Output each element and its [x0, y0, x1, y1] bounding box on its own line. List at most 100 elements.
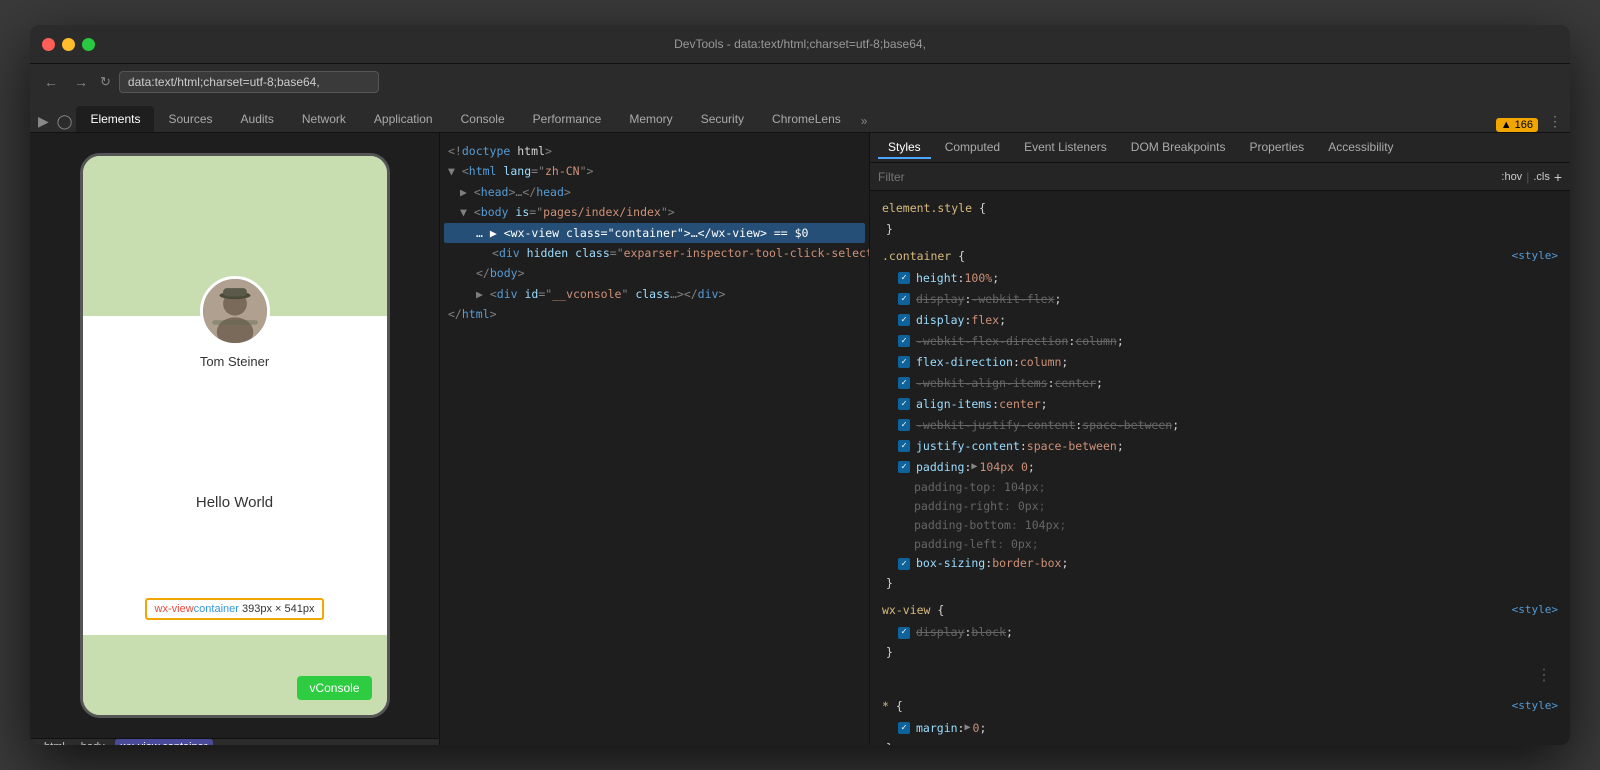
more-tabs-button[interactable]: »	[857, 110, 872, 132]
minimize-button[interactable]	[62, 38, 75, 51]
rule-selector[interactable]: element.style {	[882, 199, 1558, 218]
styles-content: element.style { } <style> .container { h…	[870, 191, 1570, 745]
html-line-head[interactable]: ▶ <head>…</head>	[444, 182, 865, 202]
tab-elements[interactable]: Elements	[76, 106, 154, 132]
sub-prop-padding-top: padding-top: 104px;	[882, 478, 1558, 497]
sub-prop-padding-left: padding-left: 0px;	[882, 535, 1558, 554]
prop-checkbox[interactable]	[898, 722, 910, 734]
phone-bottom-green: wx-viewcontainer 393px × 541px vConsole	[83, 635, 387, 715]
html-line-vconsole[interactable]: ▶ <div id="__vconsole" class…></div>	[444, 284, 865, 304]
prop-display-block: display: block;	[882, 622, 1558, 643]
vconsole-button[interactable]: vConsole	[297, 676, 371, 700]
inspect-icon[interactable]: ▶	[34, 111, 53, 132]
html-line-body[interactable]: ▼ <body is="pages/index/index">	[444, 202, 865, 222]
prop-box-sizing: box-sizing: border-box;	[882, 553, 1558, 574]
prop-checkbox[interactable]	[898, 293, 910, 305]
preview-content: Tom Steiner Hello World wx-viewcontainer…	[30, 133, 439, 738]
device-icon[interactable]: ◯	[53, 111, 77, 132]
tab-sources[interactable]: Sources	[154, 106, 226, 132]
devtools-body: Tom Steiner Hello World wx-viewcontainer…	[30, 133, 1570, 745]
rule-selector-star[interactable]: <style> * {	[882, 697, 1558, 716]
browser-bar: ← → ↻	[30, 63, 1570, 99]
sub-prop-padding-bottom: padding-bottom: 104px;	[882, 516, 1558, 535]
window-title: DevTools - data:text/html;charset=utf-8;…	[674, 37, 926, 51]
html-line-doctype[interactable]: <!doctype html>	[444, 141, 865, 161]
styles-panel: Styles Computed Event Listeners DOM Brea…	[870, 133, 1570, 745]
breadcrumb-container[interactable]: wx-view.container	[115, 739, 214, 745]
forward-button[interactable]: →	[70, 72, 92, 92]
prop-padding: padding: ▶ 104px 0;	[882, 457, 1558, 478]
prop-webkit-flex-direction: -webkit-flex-direction: column;	[882, 331, 1558, 352]
prop-checkbox[interactable]	[898, 335, 910, 347]
filter-bar: :hov | .cls +	[870, 163, 1570, 191]
preview-panel: Tom Steiner Hello World wx-viewcontainer…	[30, 133, 440, 745]
main-tabs-bar: ▶ ◯ Elements Sources Audits Network Appl…	[30, 99, 1570, 133]
prop-display-webkit-flex: display: -webkit-flex;	[882, 289, 1558, 310]
avatar	[200, 276, 270, 346]
prop-checkbox[interactable]	[898, 272, 910, 284]
tab-console[interactable]: Console	[447, 106, 519, 132]
phone-hello: Hello World	[83, 369, 387, 635]
phone-mockup: Tom Steiner Hello World wx-viewcontainer…	[80, 153, 390, 718]
prop-checkbox[interactable]	[898, 461, 910, 473]
prop-checkbox[interactable]	[898, 314, 910, 326]
tab-memory[interactable]: Memory	[615, 106, 686, 132]
rule-origin-star[interactable]: <style>	[1512, 697, 1558, 715]
settings-icon[interactable]: ⋮	[1544, 111, 1566, 132]
add-style-button[interactable]: +	[1554, 169, 1562, 185]
rule-selector-wxview[interactable]: <style> wx-view {	[882, 601, 1558, 620]
close-button[interactable]	[42, 38, 55, 51]
html-line-wxview[interactable]: … ▶ <wx-view class="container">…</wx-vie…	[444, 223, 865, 243]
prop-checkbox[interactable]	[898, 440, 910, 452]
subtab-properties[interactable]: Properties	[1239, 137, 1314, 159]
filter-input[interactable]	[878, 170, 1501, 184]
tab-application[interactable]: Application	[360, 106, 447, 132]
breadcrumb-bar: html body wx-view.container	[30, 738, 439, 745]
rule-container: <style> .container { height: 100%; displ…	[870, 243, 1570, 597]
html-panel: <!doctype html> ▼ <html lang="zh-CN"> ▶ …	[440, 133, 870, 745]
html-line-close-body[interactable]: </body>	[444, 263, 865, 283]
html-line-close-html[interactable]: </html>	[444, 304, 865, 324]
prop-webkit-align-items: -webkit-align-items: center;	[882, 373, 1558, 394]
person-name: Tom Steiner	[200, 354, 269, 369]
prop-webkit-justify-content: -webkit-justify-content: space-between;	[882, 415, 1558, 436]
rule-origin-wxview[interactable]: <style>	[1512, 601, 1558, 619]
subtab-dom-breakpoints[interactable]: DOM Breakpoints	[1121, 137, 1236, 159]
prop-checkbox[interactable]	[898, 356, 910, 368]
rule-origin[interactable]: <style>	[1512, 247, 1558, 265]
prop-checkbox[interactable]	[898, 398, 910, 410]
tab-performance[interactable]: Performance	[519, 106, 616, 132]
prop-checkbox[interactable]	[898, 377, 910, 389]
breadcrumb-html[interactable]: html	[38, 739, 71, 745]
rule-selector-container[interactable]: <style> .container {	[882, 247, 1558, 266]
prop-display-flex: display: flex;	[882, 310, 1558, 331]
refresh-button[interactable]: ↻	[100, 74, 111, 90]
traffic-lights	[42, 38, 95, 51]
tab-audits[interactable]: Audits	[227, 106, 288, 132]
html-line-div-hidden[interactable]: <div hidden class="exparser-inspector-to…	[444, 243, 865, 263]
prop-checkbox[interactable]	[898, 558, 910, 570]
maximize-button[interactable]	[82, 38, 95, 51]
back-button[interactable]: ←	[40, 72, 62, 92]
prop-checkbox[interactable]	[898, 419, 910, 431]
devtools-window: DevTools - data:text/html;charset=utf-8;…	[30, 25, 1570, 745]
rule-wx-view: <style> wx-view { display: block; } ⋮	[870, 597, 1570, 692]
subtab-styles[interactable]: Styles	[878, 137, 931, 159]
hov-button[interactable]: :hov	[1501, 171, 1522, 183]
tab-chromelens[interactable]: ChromeLens	[758, 106, 855, 132]
prop-align-items: align-items: center;	[882, 394, 1558, 415]
cls-button[interactable]: .cls	[1533, 171, 1550, 183]
prop-checkbox[interactable]	[898, 627, 910, 639]
subtab-accessibility[interactable]: Accessibility	[1318, 137, 1403, 159]
more-options-icon[interactable]: ⋮	[1536, 665, 1552, 684]
subtab-event-listeners[interactable]: Event Listeners	[1014, 137, 1117, 159]
html-line-html[interactable]: ▼ <html lang="zh-CN">	[444, 161, 865, 181]
url-input[interactable]	[119, 71, 379, 93]
tab-security[interactable]: Security	[687, 106, 758, 132]
tab-network[interactable]: Network	[288, 106, 360, 132]
rule-star: <style> * { margin: ▶ 0; }	[870, 693, 1570, 745]
prop-flex-direction: flex-direction: column;	[882, 352, 1558, 373]
breadcrumb-body[interactable]: body	[75, 739, 111, 745]
subtab-computed[interactable]: Computed	[935, 137, 1010, 159]
title-bar: DevTools - data:text/html;charset=utf-8;…	[30, 25, 1570, 63]
